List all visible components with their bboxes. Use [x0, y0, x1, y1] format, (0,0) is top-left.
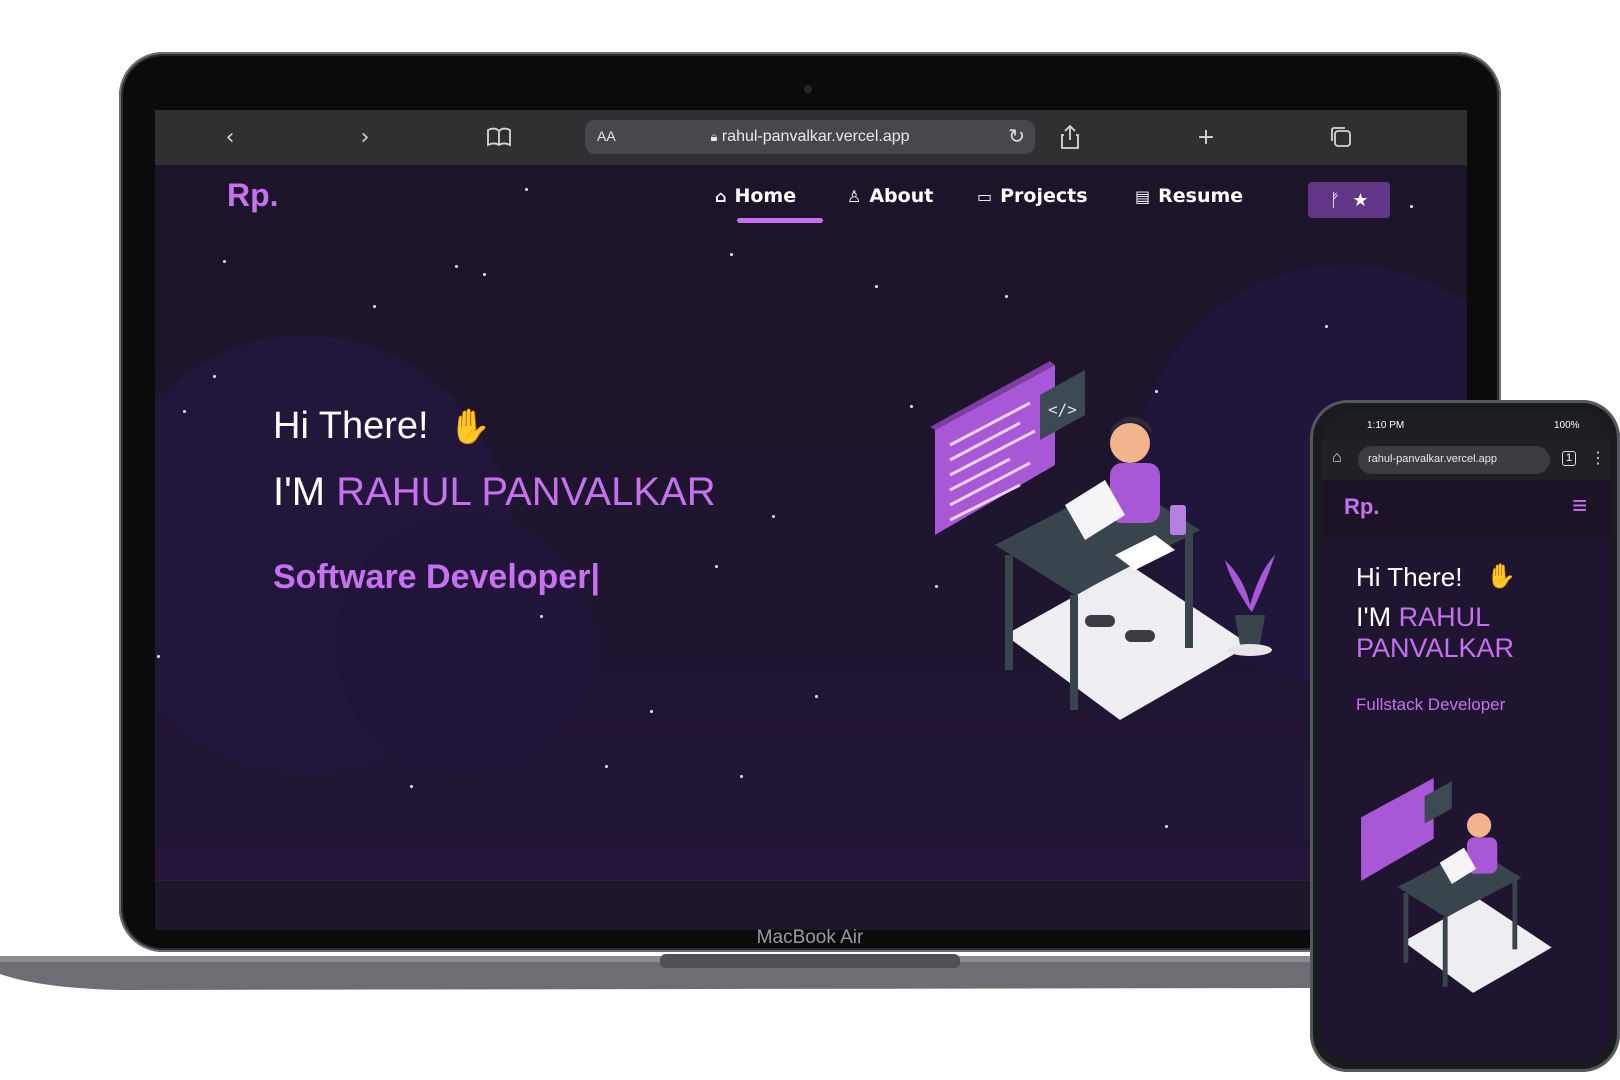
- device-label: MacBook Air: [756, 927, 864, 948]
- nav-resume[interactable]: ▤ Resume: [1135, 185, 1243, 207]
- im-text: I'M: [273, 470, 326, 514]
- forward-icon[interactable]: ›: [352, 122, 378, 152]
- hero-name: I'M RAHUL PANVALKAR: [273, 470, 716, 515]
- page-footer-band: [155, 880, 1467, 930]
- fork-icon: ᚠ: [1329, 189, 1341, 211]
- greeting-text: Hi There!: [273, 405, 429, 447]
- nav-home-label: Home: [734, 185, 797, 207]
- tabs-icon[interactable]: [1328, 122, 1354, 152]
- nav-about-label: About: [869, 185, 934, 207]
- nav-about[interactable]: ♙ About: [847, 185, 933, 207]
- laptop-screen: ‹ › AA 🔒︎ rahul-panvalkar.vercel.app ↻ +: [155, 110, 1467, 930]
- wave-icon: ✋: [448, 407, 491, 446]
- phone-status-bar: 1:10 PM 100%: [1322, 412, 1610, 440]
- nav-active-underline: [737, 218, 823, 223]
- hero-role: Software Developer|: [273, 558, 600, 596]
- name-text: RAHUL PANVALKAR: [336, 470, 716, 514]
- back-icon[interactable]: ‹: [217, 122, 243, 152]
- phone-name-line2: PANVALKAR: [1356, 633, 1515, 663]
- tabs-count[interactable]: 1: [1562, 451, 1577, 466]
- phone-logo[interactable]: Rp.: [1344, 494, 1379, 520]
- hero-greeting: Hi There! ✋: [273, 405, 491, 448]
- home-icon: ⌂: [715, 186, 727, 206]
- share-icon[interactable]: [1057, 122, 1083, 152]
- phone-greeting: Hi There!: [1356, 562, 1463, 592]
- star-icon: ★: [1352, 189, 1369, 211]
- bookmarks-icon[interactable]: [483, 122, 515, 152]
- url-bar[interactable]: AA 🔒︎ rahul-panvalkar.vercel.app ↻: [585, 120, 1035, 154]
- hamburger-icon[interactable]: ≡: [1572, 490, 1587, 521]
- site-logo[interactable]: Rp.: [227, 177, 279, 214]
- nav-projects-label: Projects: [1000, 185, 1088, 207]
- github-star-button[interactable]: ᚠ ★: [1308, 182, 1390, 218]
- status-time: 1:10 PM: [1367, 420, 1405, 431]
- phone-url-bar[interactable]: rahul-panvalkar.vercel.app: [1358, 446, 1550, 474]
- phone-url-text: rahul-panvalkar.vercel.app: [1368, 453, 1498, 465]
- phone-navbar: Rp. ≡: [1322, 480, 1610, 536]
- nav-projects[interactable]: ▭ Projects: [977, 185, 1088, 207]
- reload-icon[interactable]: ↻: [1008, 124, 1025, 148]
- lock-icon: 🔒︎: [710, 129, 718, 144]
- url-display: 🔒︎ rahul-panvalkar.vercel.app: [585, 128, 1035, 146]
- projects-icon: ▭: [977, 186, 993, 206]
- developer-illustration: </>: [930, 361, 1250, 720]
- nav-home[interactable]: ⌂ Home: [715, 185, 796, 207]
- kebab-menu-icon[interactable]: ⋮: [1590, 448, 1606, 468]
- url-text: rahul-panvalkar.vercel.app: [721, 128, 910, 145]
- phone-browser-chrome: ⌂ rahul-panvalkar.vercel.app 1 ⋮: [1322, 440, 1610, 480]
- portfolio-page: Rp. ⌂ Home ♙ About ▭ Projects ▤ Resume ᚠ…: [155, 165, 1467, 930]
- new-tab-icon[interactable]: +: [1193, 122, 1219, 152]
- plant-icon: [1225, 555, 1275, 656]
- phone-name-line1: RAHUL: [1398, 602, 1491, 632]
- phone-hero-name: I'M RAHUL PANVALKAR: [1356, 602, 1514, 664]
- nav-resume-label: Resume: [1158, 185, 1244, 207]
- phone-role: Fullstack Developer: [1356, 695, 1506, 714]
- phone-screen: 1:10 PM 100% ⌂ rahul-panvalkar.vercel.ap…: [1322, 412, 1610, 1060]
- phone-developer-illustration: [1361, 778, 1552, 993]
- background-blob: [335, 515, 595, 775]
- browser-toolbar: ‹ › AA 🔒︎ rahul-panvalkar.vercel.app ↻ +: [155, 110, 1467, 165]
- status-battery: 100%: [1554, 420, 1580, 431]
- resume-icon: ▤: [1135, 186, 1151, 206]
- camera-dot: [804, 85, 812, 93]
- phone-wave-icon: ✋: [1486, 563, 1516, 590]
- user-icon: ♙: [847, 186, 862, 206]
- phone-im: I'M: [1356, 602, 1392, 632]
- home-icon[interactable]: ⌂: [1332, 449, 1342, 467]
- svg-text:</>: </>: [1048, 400, 1077, 419]
